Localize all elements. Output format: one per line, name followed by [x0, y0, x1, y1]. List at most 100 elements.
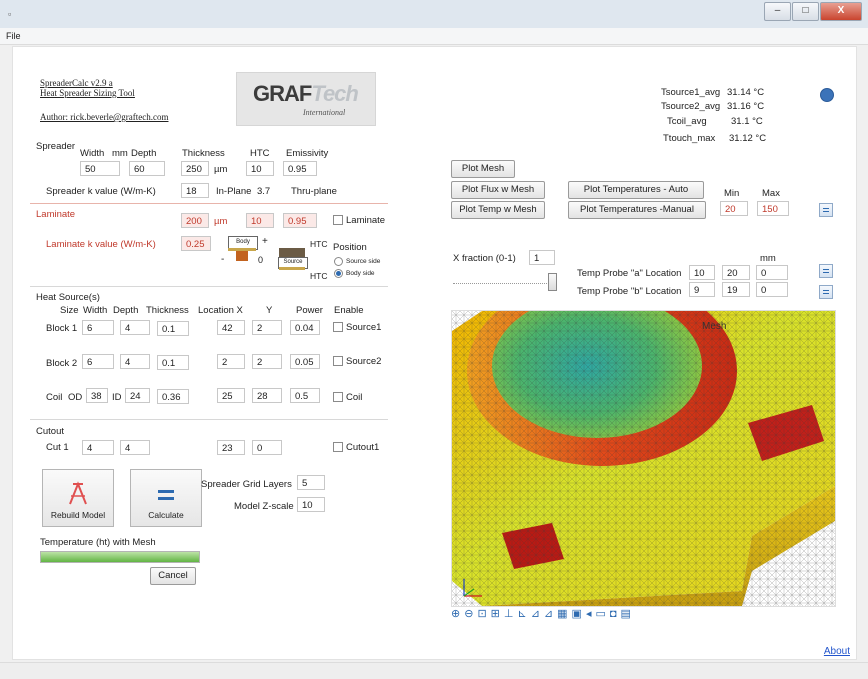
view-yz-icon[interactable]: ⊿ — [531, 608, 544, 620]
minimize-icon[interactable]: – — [764, 2, 791, 21]
apply-probe-a-icon[interactable] — [819, 264, 833, 278]
block2-x-field[interactable]: 2 — [217, 354, 245, 369]
coil-y-field[interactable]: 28 — [252, 388, 282, 403]
zoom-extents-icon[interactable]: ⊞ — [491, 608, 504, 620]
spreader-depth-field[interactable]: 60 — [129, 161, 165, 176]
source1-checkbox[interactable] — [333, 322, 343, 332]
max-field[interactable]: 150 — [757, 201, 789, 216]
plot-auto-button[interactable]: Plot Temperatures - Auto — [568, 181, 704, 199]
block1-depth-field[interactable]: 4 — [120, 320, 150, 335]
plot-temp-button[interactable]: Plot Temp w Mesh — [451, 201, 545, 219]
zoom-box-icon[interactable]: ⊡ — [477, 608, 490, 620]
about-link[interactable]: About — [824, 646, 850, 657]
cut1-x-field[interactable]: 23 — [217, 440, 245, 455]
coil-od-field[interactable]: 38 — [86, 388, 108, 403]
progress-fill — [41, 552, 199, 562]
block2-depth-field[interactable]: 4 — [120, 354, 150, 369]
apply-range-icon[interactable] — [819, 203, 833, 217]
spreader-thickness-field[interactable]: 250 — [181, 161, 209, 176]
view-xy-icon[interactable]: ⊾ — [517, 608, 530, 620]
probe-b-y-field[interactable]: 19 — [722, 282, 750, 297]
cancel-button[interactable]: Cancel — [150, 567, 196, 585]
spreader-width-field[interactable]: 50 — [80, 161, 120, 176]
spreader-htc-field[interactable]: 10 — [246, 161, 274, 176]
refresh-icon[interactable] — [820, 88, 834, 102]
tool-name-link[interactable]: Heat Spreader Sizing Tool — [40, 88, 135, 98]
block1-thickness-field[interactable]: 0.1 — [157, 321, 189, 336]
zoom-out-icon[interactable]: ⊖ — [464, 608, 477, 620]
coil-enable-label: Coil — [346, 392, 363, 403]
width-header: Width — [80, 148, 105, 159]
version-link[interactable]: SpreaderCalc v2.9 a — [40, 78, 113, 88]
rebuild-model-button[interactable]: Rebuild Model — [42, 469, 114, 527]
apply-probe-b-icon[interactable] — [819, 285, 833, 299]
coil-label: Coil — [46, 392, 63, 403]
calculate-button[interactable]: Calculate — [130, 469, 202, 527]
axis-icon[interactable]: ⊥ — [504, 608, 518, 620]
xfrac-slider-handle[interactable] — [548, 273, 557, 291]
progress-bar — [40, 551, 200, 563]
plot-mesh-button[interactable]: Plot Mesh — [451, 160, 515, 178]
cutout1-checkbox[interactable] — [333, 442, 343, 452]
cut1-width-field[interactable]: 4 — [82, 440, 114, 455]
view-zx-icon[interactable]: ⊿ — [544, 608, 557, 620]
coil-thickness-field[interactable]: 0.36 — [157, 389, 189, 404]
plot-manual-button[interactable]: Plot Temperatures -Manual — [568, 201, 706, 219]
app-icon[interactable]: ▫ — [8, 9, 11, 19]
probe-a-z-field[interactable]: 0 — [756, 265, 788, 280]
grid-icon[interactable]: ▦ — [557, 608, 571, 620]
mesh-plot[interactable]: Mesh — [451, 310, 836, 607]
emissivity-header: Emissivity — [286, 148, 329, 159]
zscale-field[interactable]: 10 — [297, 497, 325, 512]
probe-a-y-field[interactable]: 20 — [722, 265, 750, 280]
block1-width-field[interactable]: 6 — [82, 320, 114, 335]
camera-icon[interactable]: ◘ — [610, 608, 621, 620]
laminate-checkbox[interactable] — [333, 215, 343, 225]
block2-y-field[interactable]: 2 — [252, 354, 282, 369]
plot-toolbar: ⊕⊖⊡⊞⊥⊾⊿⊿▦▣◂▭◘▤ — [451, 607, 834, 625]
close-icon[interactable]: X — [820, 2, 862, 21]
zoom-in-icon[interactable]: ⊕ — [451, 608, 464, 620]
author-link[interactable]: Author: rick.beverle@graftech.com — [40, 112, 168, 122]
k-inplane-field[interactable]: 18 — [181, 183, 209, 198]
xfrac-slider-track[interactable] — [453, 283, 553, 285]
next-icon[interactable]: ▭ — [595, 608, 609, 620]
block1-x-field[interactable]: 42 — [217, 320, 245, 335]
menu-file[interactable]: File — [6, 31, 21, 41]
laminate-htc-field[interactable]: 10 — [246, 213, 274, 228]
xfrac-field[interactable]: 1 — [529, 250, 555, 265]
tsource2-label: Tsource2_avg — [661, 101, 721, 112]
block1-power-field[interactable]: 0.04 — [290, 320, 320, 335]
k-thru-value[interactable]: 3.7 — [257, 186, 270, 197]
coil-x-field[interactable]: 25 — [217, 388, 245, 403]
laminate-k-field[interactable]: 0.25 — [181, 236, 211, 251]
laminate-emissivity-field[interactable]: 0.95 — [283, 213, 317, 228]
block2-width-field[interactable]: 6 — [82, 354, 114, 369]
cut1-depth-field[interactable]: 4 — [120, 440, 150, 455]
laminate-thickness-field[interactable]: 200 — [181, 213, 209, 228]
plot-flux-button[interactable]: Plot Flux w Mesh — [451, 181, 545, 199]
cutout-title: Cutout — [36, 426, 64, 437]
coil-id-field[interactable]: 24 — [125, 388, 150, 403]
spreader-emissivity-field[interactable]: 0.95 — [283, 161, 317, 176]
maximize-icon[interactable]: □ — [792, 2, 819, 21]
source-side-radio[interactable] — [334, 257, 343, 266]
print-icon[interactable]: ▤ — [621, 608, 635, 620]
min-field[interactable]: 20 — [720, 201, 748, 216]
coil-checkbox[interactable] — [333, 392, 343, 402]
block1-y-field[interactable]: 2 — [252, 320, 282, 335]
probe-b-x-field[interactable]: 9 — [689, 282, 715, 297]
grid-layers-field[interactable]: 5 — [297, 475, 325, 490]
tsource2-value: 31.16 °C — [727, 101, 765, 112]
cut1-y-field[interactable]: 0 — [252, 440, 282, 455]
render-icon[interactable]: ▣ — [572, 608, 586, 620]
block2-power-field[interactable]: 0.05 — [290, 354, 320, 369]
probe-a-x-field[interactable]: 10 — [689, 265, 715, 280]
window-controls: – □ X — [763, 2, 862, 21]
coil-power-field[interactable]: 0.5 — [290, 388, 320, 403]
ttouch-label: Ttouch_max — [663, 133, 716, 144]
block2-thickness-field[interactable]: 0.1 — [157, 355, 189, 370]
body-side-radio[interactable] — [334, 269, 343, 278]
probe-b-z-field[interactable]: 0 — [756, 282, 788, 297]
source2-checkbox[interactable] — [333, 356, 343, 366]
